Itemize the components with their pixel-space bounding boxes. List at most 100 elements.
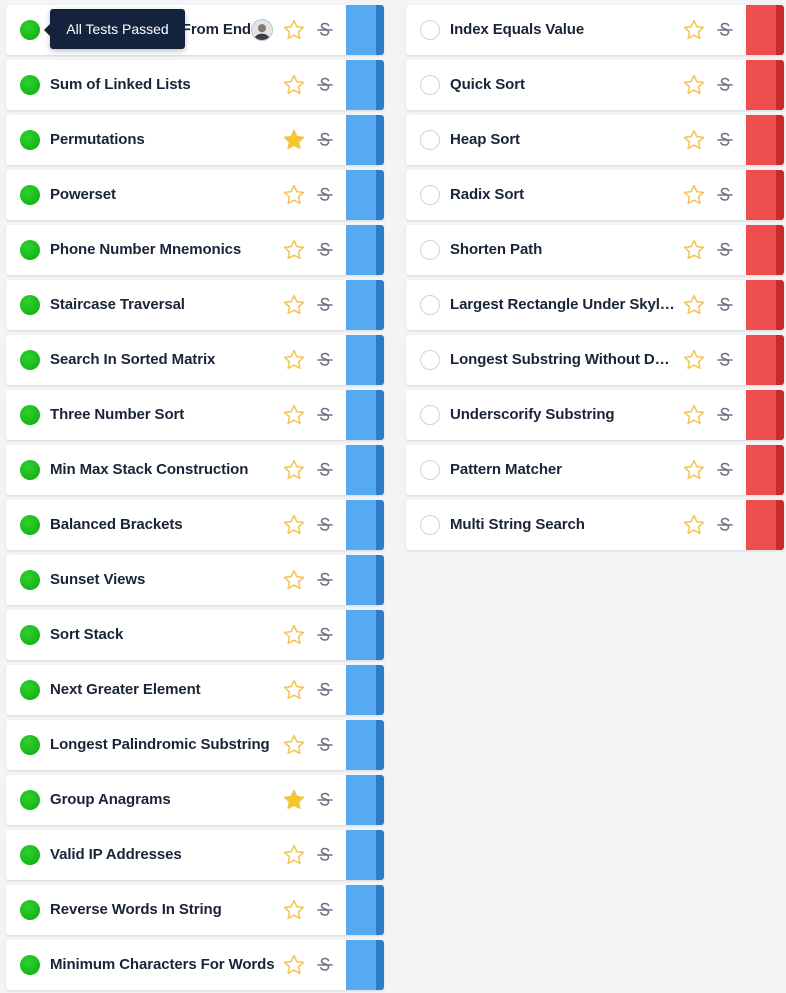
strikethrough-icon[interactable] xyxy=(715,75,735,95)
completed-status-icon[interactable] xyxy=(20,240,40,260)
question-row[interactable]: Pattern Matcher xyxy=(406,445,784,495)
completed-status-icon[interactable] xyxy=(20,405,40,425)
completed-status-icon[interactable] xyxy=(20,625,40,645)
star-icon[interactable] xyxy=(682,293,706,317)
question-row[interactable]: Three Number Sort xyxy=(6,390,384,440)
question-title[interactable]: Phone Number Mnemonics xyxy=(50,225,275,275)
completed-status-icon[interactable] xyxy=(20,515,40,535)
star-icon[interactable] xyxy=(682,183,706,207)
incomplete-status-icon[interactable] xyxy=(420,350,440,370)
question-row[interactable]: Phone Number Mnemonics xyxy=(6,225,384,275)
question-title[interactable]: Permutations xyxy=(50,115,275,165)
question-row[interactable]: Minimum Characters For Words xyxy=(6,940,384,990)
star-icon[interactable] xyxy=(282,293,306,317)
question-title[interactable]: Balanced Brackets xyxy=(50,500,275,550)
question-row[interactable]: Min Max Stack Construction xyxy=(6,445,384,495)
strikethrough-icon[interactable] xyxy=(715,460,735,480)
star-icon[interactable] xyxy=(682,348,706,372)
strikethrough-icon[interactable] xyxy=(315,350,335,370)
star-icon[interactable] xyxy=(282,238,306,262)
question-title[interactable]: Sunset Views xyxy=(50,555,275,605)
star-icon[interactable] xyxy=(682,403,706,427)
question-row[interactable]: Sunset Views xyxy=(6,555,384,605)
star-icon[interactable] xyxy=(282,678,306,702)
question-row[interactable]: Valid IP Addresses xyxy=(6,830,384,880)
question-row[interactable]: Next Greater Element xyxy=(6,665,384,715)
question-row[interactable]: Longest Palindromic Substring xyxy=(6,720,384,770)
question-row[interactable]: Index Equals Value xyxy=(406,5,784,55)
strikethrough-icon[interactable] xyxy=(715,515,735,535)
question-row[interactable]: Longest Substring Without Duplication xyxy=(406,335,784,385)
strikethrough-icon[interactable] xyxy=(715,405,735,425)
star-icon[interactable] xyxy=(282,403,306,427)
completed-status-icon[interactable] xyxy=(20,350,40,370)
star-icon[interactable] xyxy=(682,238,706,262)
question-title[interactable]: Pattern Matcher xyxy=(450,445,675,495)
strikethrough-icon[interactable] xyxy=(715,295,735,315)
question-row[interactable]: Largest Rectangle Under Skyline xyxy=(406,280,784,330)
question-title[interactable]: Staircase Traversal xyxy=(50,280,275,330)
star-icon[interactable] xyxy=(682,128,706,152)
question-title[interactable]: Heap Sort xyxy=(450,115,675,165)
incomplete-status-icon[interactable] xyxy=(420,185,440,205)
question-row[interactable]: Shorten Path xyxy=(406,225,784,275)
star-icon[interactable] xyxy=(282,568,306,592)
completed-status-icon[interactable] xyxy=(20,20,40,40)
question-title[interactable]: Quick Sort xyxy=(450,60,675,110)
question-row[interactable]: Sum of Linked Lists xyxy=(6,60,384,110)
star-icon[interactable] xyxy=(682,18,706,42)
incomplete-status-icon[interactable] xyxy=(420,295,440,315)
strikethrough-icon[interactable] xyxy=(715,130,735,150)
strikethrough-icon[interactable] xyxy=(315,845,335,865)
strikethrough-icon[interactable] xyxy=(315,295,335,315)
completed-status-icon[interactable] xyxy=(20,680,40,700)
strikethrough-icon[interactable] xyxy=(315,955,335,975)
question-title[interactable]: Shorten Path xyxy=(450,225,675,275)
star-icon[interactable] xyxy=(682,73,706,97)
question-title[interactable]: Three Number Sort xyxy=(50,390,275,440)
question-row[interactable]: Permutations xyxy=(6,115,384,165)
strikethrough-icon[interactable] xyxy=(315,405,335,425)
star-icon[interactable] xyxy=(682,513,706,537)
question-title[interactable]: Group Anagrams xyxy=(50,775,275,825)
strikethrough-icon[interactable] xyxy=(315,75,335,95)
question-title[interactable]: Next Greater Element xyxy=(50,665,275,715)
star-filled-icon[interactable] xyxy=(282,788,306,812)
completed-status-icon[interactable] xyxy=(20,955,40,975)
star-icon[interactable] xyxy=(282,513,306,537)
strikethrough-icon[interactable] xyxy=(315,240,335,260)
incomplete-status-icon[interactable] xyxy=(420,405,440,425)
question-title[interactable]: Min Max Stack Construction xyxy=(50,445,275,495)
question-title[interactable]: Valid IP Addresses xyxy=(50,830,275,880)
question-title[interactable]: Multi String Search xyxy=(450,500,675,550)
question-row[interactable]: Heap Sort xyxy=(406,115,784,165)
question-title[interactable]: Powerset xyxy=(50,170,275,220)
strikethrough-icon[interactable] xyxy=(315,625,335,645)
incomplete-status-icon[interactable] xyxy=(420,460,440,480)
question-title[interactable]: Longest Substring Without Duplication xyxy=(450,335,675,385)
strikethrough-icon[interactable] xyxy=(315,735,335,755)
strikethrough-icon[interactable] xyxy=(315,790,335,810)
completed-status-icon[interactable] xyxy=(20,75,40,95)
question-row[interactable]: Quick Sort xyxy=(406,60,784,110)
strikethrough-icon[interactable] xyxy=(715,20,735,40)
incomplete-status-icon[interactable] xyxy=(420,75,440,95)
strikethrough-icon[interactable] xyxy=(715,240,735,260)
star-icon[interactable] xyxy=(282,843,306,867)
question-title[interactable]: Reverse Words In String xyxy=(50,885,275,935)
star-icon[interactable] xyxy=(282,898,306,922)
completed-status-icon[interactable] xyxy=(20,790,40,810)
completed-status-icon[interactable] xyxy=(20,900,40,920)
question-title[interactable]: Search In Sorted Matrix xyxy=(50,335,275,385)
strikethrough-icon[interactable] xyxy=(315,680,335,700)
question-row[interactable]: Staircase Traversal xyxy=(6,280,384,330)
strikethrough-icon[interactable] xyxy=(715,350,735,370)
strikethrough-icon[interactable] xyxy=(315,570,335,590)
star-icon[interactable] xyxy=(282,73,306,97)
star-filled-icon[interactable] xyxy=(282,128,306,152)
question-row[interactable]: Balanced Brackets xyxy=(6,500,384,550)
incomplete-status-icon[interactable] xyxy=(420,130,440,150)
question-row[interactable]: Radix Sort xyxy=(406,170,784,220)
question-row[interactable]: Reverse Words In String xyxy=(6,885,384,935)
star-icon[interactable] xyxy=(282,733,306,757)
